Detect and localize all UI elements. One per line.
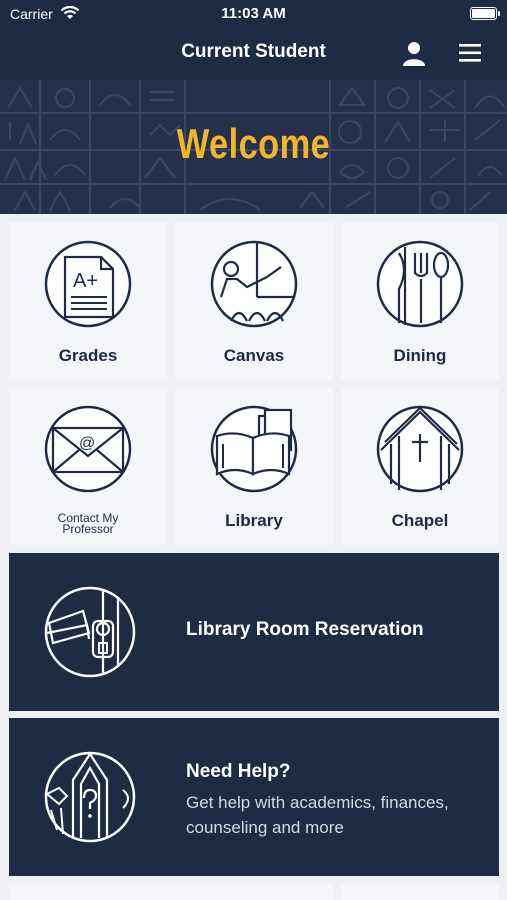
hamburger-menu-icon[interactable]: [458, 42, 482, 64]
canvas-label: Canvas: [223, 346, 285, 365]
grades-tile[interactable]: A+ Grades: [9, 222, 167, 380]
library-room-reservation-title: Library Room Reservation: [186, 619, 424, 640]
clock: 11:03 AM: [221, 5, 286, 22]
chapel-icon: [376, 405, 464, 493]
welcome-banner: Welcome: [0, 80, 507, 214]
library-tile[interactable]: Library: [175, 387, 333, 545]
library-label: Library: [225, 511, 283, 530]
help-icon: [44, 751, 136, 843]
contact-professor-label: Contact My Professor: [57, 511, 119, 536]
contact-professor-tile[interactable]: @ Contact My Professor: [9, 387, 167, 545]
dining-label: Dining: [393, 346, 447, 365]
dining-icon: [376, 240, 464, 328]
dining-tile[interactable]: Dining: [341, 222, 499, 380]
svg-text:@: @: [79, 435, 95, 452]
library-icon: [210, 405, 298, 493]
chapel-tile[interactable]: Chapel: [341, 387, 499, 545]
canvas-icon: [210, 240, 298, 328]
need-help-title: Need Help?: [186, 761, 291, 782]
grades-icon: A+: [44, 240, 132, 328]
chapel-label: Chapel: [391, 511, 449, 530]
nav-bar: Current Student: [0, 28, 507, 80]
library-room-reservation-card[interactable]: Library Room Reservation: [9, 553, 499, 711]
envelope-icon: @: [44, 405, 132, 493]
profile-icon[interactable]: [402, 40, 426, 66]
welcome-heading: Welcome: [176, 120, 331, 167]
next-tile-left[interactable]: [9, 884, 333, 900]
next-tile-right[interactable]: [341, 884, 499, 900]
need-help-card[interactable]: Need Help? Get help with academics, fina…: [9, 718, 499, 876]
svg-text:A+: A+: [73, 270, 98, 292]
canvas-tile[interactable]: Canvas: [175, 222, 333, 380]
door-icon: [44, 586, 136, 678]
grades-label: Grades: [58, 346, 118, 365]
battery-icon: [470, 7, 500, 20]
status-bar: Carrier 11:03 AM: [0, 0, 507, 28]
page-title: Current Student: [181, 41, 326, 62]
need-help-subtitle: Get help with academics, finances, couns…: [186, 793, 449, 837]
